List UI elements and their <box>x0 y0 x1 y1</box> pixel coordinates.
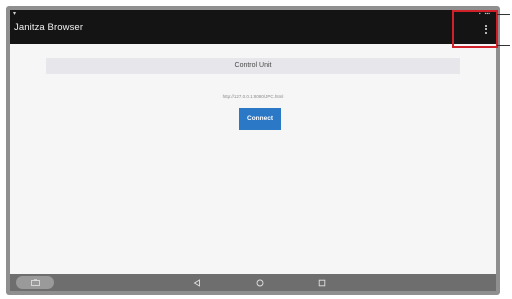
recents-button[interactable] <box>316 277 328 288</box>
connect-button[interactable]: Connect <box>239 108 281 130</box>
callout-line-bottom <box>497 45 510 47</box>
callout-line-top <box>497 14 510 16</box>
signal-icon: ▾ <box>13 11 17 17</box>
system-navigation-bar <box>10 274 496 291</box>
back-button[interactable] <box>191 277 203 288</box>
tablet-device: ▾ ▪ ▪▪▪ Janitza Browser Control Unit htt… <box>6 6 500 295</box>
app-bar: ▾ ▪ ▪▪▪ Janitza Browser <box>10 10 496 44</box>
back-triangle-icon <box>193 278 200 287</box>
recents-square-icon <box>318 279 326 286</box>
app-title: Janitza Browser <box>14 22 84 33</box>
tablet-screen: ▾ ▪ ▪▪▪ Janitza Browser Control Unit htt… <box>10 10 496 291</box>
url-text: http://127.0.0.1:8080/JPC.html <box>222 94 284 99</box>
home-circle-icon <box>256 279 264 286</box>
menu-highlight-box <box>452 10 498 48</box>
home-button[interactable] <box>254 277 266 288</box>
screenshot-icon <box>30 279 40 286</box>
control-unit-header: Control Unit <box>46 58 460 74</box>
screenshot-button[interactable] <box>16 276 54 289</box>
